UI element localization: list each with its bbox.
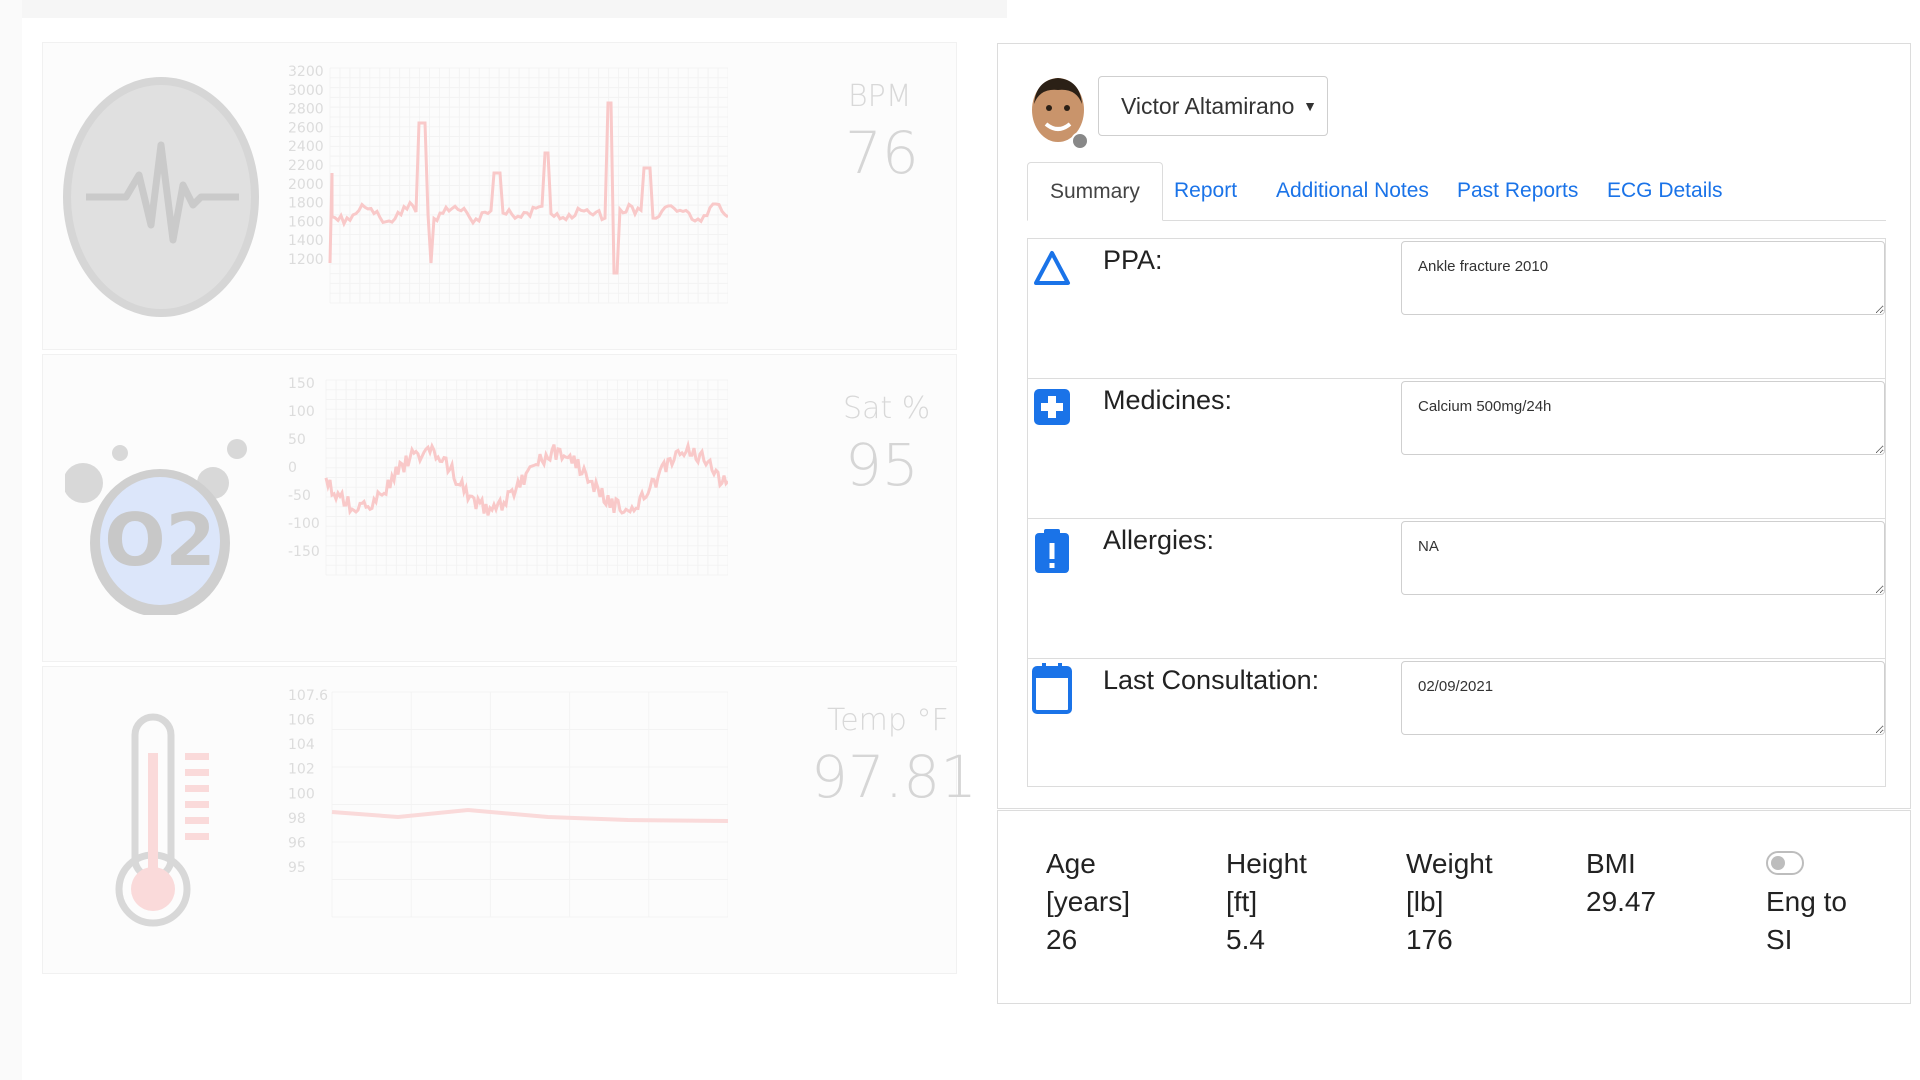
heart-rate-label: BPM — [848, 79, 912, 114]
toggle-knob — [1771, 856, 1785, 870]
heart-rate-tick-label: 2400 — [288, 139, 324, 155]
avatar[interactable] — [1030, 76, 1086, 148]
heart-rate-card: 3200 3000 2800 2600 2400 2200 2000 1800 1600 1400… — [42, 42, 957, 350]
chevron-down-icon: ▼ — [1303, 77, 1317, 135]
age-value: 26 — [1046, 921, 1130, 959]
ppa-field[interactable] — [1401, 241, 1885, 315]
heart-rate-tick-label: 2000 — [288, 177, 324, 193]
vitals-panel: 3200 3000 2800 2600 2400 2200 2000 1800 1600 1400… — [42, 42, 957, 975]
tab-additional-notes[interactable]: Additional Notes — [1276, 162, 1429, 220]
tab-bar: Summary Report Additional Notes Past Rep… — [1027, 162, 1886, 221]
oxygen-tick-label: 100 — [288, 404, 315, 420]
body-metrics-card: Age [years] 26 Height [ft] 5.4 Weight [l… — [997, 810, 1911, 1004]
medicines-label: Medicines: — [1103, 385, 1232, 416]
patient-select[interactable]: Victor Altamirano ▼ — [1098, 76, 1328, 136]
medical-cross-icon — [1032, 387, 1072, 427]
allergies-label: Allergies: — [1103, 525, 1214, 556]
temperature-tick-label: 100 — [288, 786, 315, 802]
heart-rate-tick-label: 1800 — [288, 196, 324, 212]
height-metric: Height [ft] 5.4 — [1226, 845, 1307, 959]
unit-conversion-toggle[interactable] — [1766, 851, 1804, 875]
heart-rate-tick-label: 1600 — [288, 214, 324, 230]
oxygen-saturation-chart: 150 100 50 0 -50 -100 -150 — [288, 375, 728, 635]
bmi-value: 29.47 — [1586, 883, 1656, 921]
heart-rate-tick-label: 2800 — [288, 102, 324, 118]
heartbeat-icon — [61, 75, 261, 324]
unit-conversion-line2: SI — [1766, 921, 1847, 959]
page-top-strip — [22, 0, 1007, 18]
ppa-row: PPA: — [1028, 239, 1885, 379]
bmi-metric: BMI 29.47 — [1586, 845, 1656, 921]
temperature-tick-label: 98 — [288, 811, 306, 827]
oxygen-tick-label: 0 — [288, 460, 297, 476]
temperature-value: 97.81 — [811, 743, 977, 811]
heart-rate-tick-label: 3000 — [288, 83, 324, 99]
temperature-tick-label: 104 — [288, 737, 315, 753]
temperature-tick-label: 106 — [288, 713, 315, 729]
heart-rate-chart: 3200 3000 2800 2600 2400 2200 2000 1800 1600 1400… — [288, 63, 728, 323]
height-unit: [ft] — [1226, 883, 1307, 921]
patient-summary-card: Victor Altamirano ▼ Summary Report Addit… — [997, 43, 1911, 809]
oxygen-tick-label: 50 — [288, 432, 306, 448]
oxygen-icon: O2 — [65, 395, 255, 620]
calendar-icon — [1032, 663, 1072, 715]
oxygen-tick-label: 150 — [288, 376, 315, 392]
clipboard-alert-icon — [1032, 527, 1072, 575]
triangle-icon — [1032, 247, 1072, 287]
medicines-field[interactable] — [1401, 381, 1885, 455]
heart-rate-tick-label: 2200 — [288, 158, 324, 174]
weight-metric: Weight [lb] 176 — [1406, 845, 1493, 959]
page-left-edge — [0, 0, 22, 1080]
bmi-label: BMI — [1586, 845, 1656, 883]
status-dot — [1071, 132, 1089, 150]
unit-conversion-label: Eng to SI — [1766, 883, 1847, 959]
age-unit: [years] — [1046, 883, 1130, 921]
temperature-tick-label: 102 — [288, 762, 315, 778]
heart-rate-tick-label: 1200 — [288, 252, 324, 268]
weight-unit: [lb] — [1406, 883, 1493, 921]
thermometer-icon — [113, 713, 223, 938]
patient-name: Victor Altamirano — [1121, 93, 1294, 119]
allergies-row: Allergies: — [1028, 519, 1885, 659]
temperature-card: 107.6 106 104 102 100 98 96 95 Temp °F 97.81 — [42, 666, 957, 974]
heart-rate-tick-label: 3200 — [288, 64, 324, 80]
temperature-tick-label: 96 — [288, 835, 306, 851]
summary-list: PPA: Medicines: Allergies: — [1027, 238, 1886, 787]
last-consultation-row: Last Consultation: — [1028, 659, 1885, 786]
oxygen-icon-text: O2 — [104, 498, 215, 582]
oxygen-tick-label: -50 — [288, 488, 311, 504]
temperature-chart: 107.6 106 104 102 100 98 96 95 — [288, 687, 728, 947]
ppa-label: PPA: — [1103, 245, 1163, 276]
temperature-tick-label: 107.6 — [288, 688, 328, 704]
oxygen-tick-label: -150 — [288, 544, 320, 560]
tab-past-reports[interactable]: Past Reports — [1457, 162, 1578, 220]
temperature-label: Temp °F — [827, 703, 949, 738]
oxygen-saturation-card: O2 150 100 50 0 -50 -100 -150 Sat % 95 — [42, 354, 957, 662]
oxygen-saturation-value: 95 — [845, 431, 919, 499]
tab-summary[interactable]: Summary — [1027, 162, 1163, 221]
heart-rate-tick-label: 1400 — [288, 233, 324, 249]
medicines-row: Medicines: — [1028, 379, 1885, 519]
temperature-tick-label: 95 — [288, 860, 306, 876]
heart-rate-value: 76 — [845, 119, 919, 187]
last-consultation-field[interactable] — [1401, 661, 1885, 735]
heart-rate-tick-label: 2600 — [288, 120, 324, 136]
weight-value: 176 — [1406, 921, 1493, 959]
height-label: Height — [1226, 845, 1307, 883]
allergies-field[interactable] — [1401, 521, 1885, 595]
unit-conversion-line1: Eng to — [1766, 883, 1847, 921]
age-label: Age — [1046, 845, 1130, 883]
oxygen-saturation-label: Sat % — [843, 391, 930, 426]
age-metric: Age [years] 26 — [1046, 845, 1130, 959]
tab-report[interactable]: Report — [1174, 162, 1237, 220]
tab-ecg-details[interactable]: ECG Details — [1607, 162, 1723, 220]
weight-label: Weight — [1406, 845, 1493, 883]
oxygen-tick-label: -100 — [288, 516, 320, 532]
height-value: 5.4 — [1226, 921, 1307, 959]
last-consultation-label: Last Consultation: — [1103, 665, 1319, 696]
